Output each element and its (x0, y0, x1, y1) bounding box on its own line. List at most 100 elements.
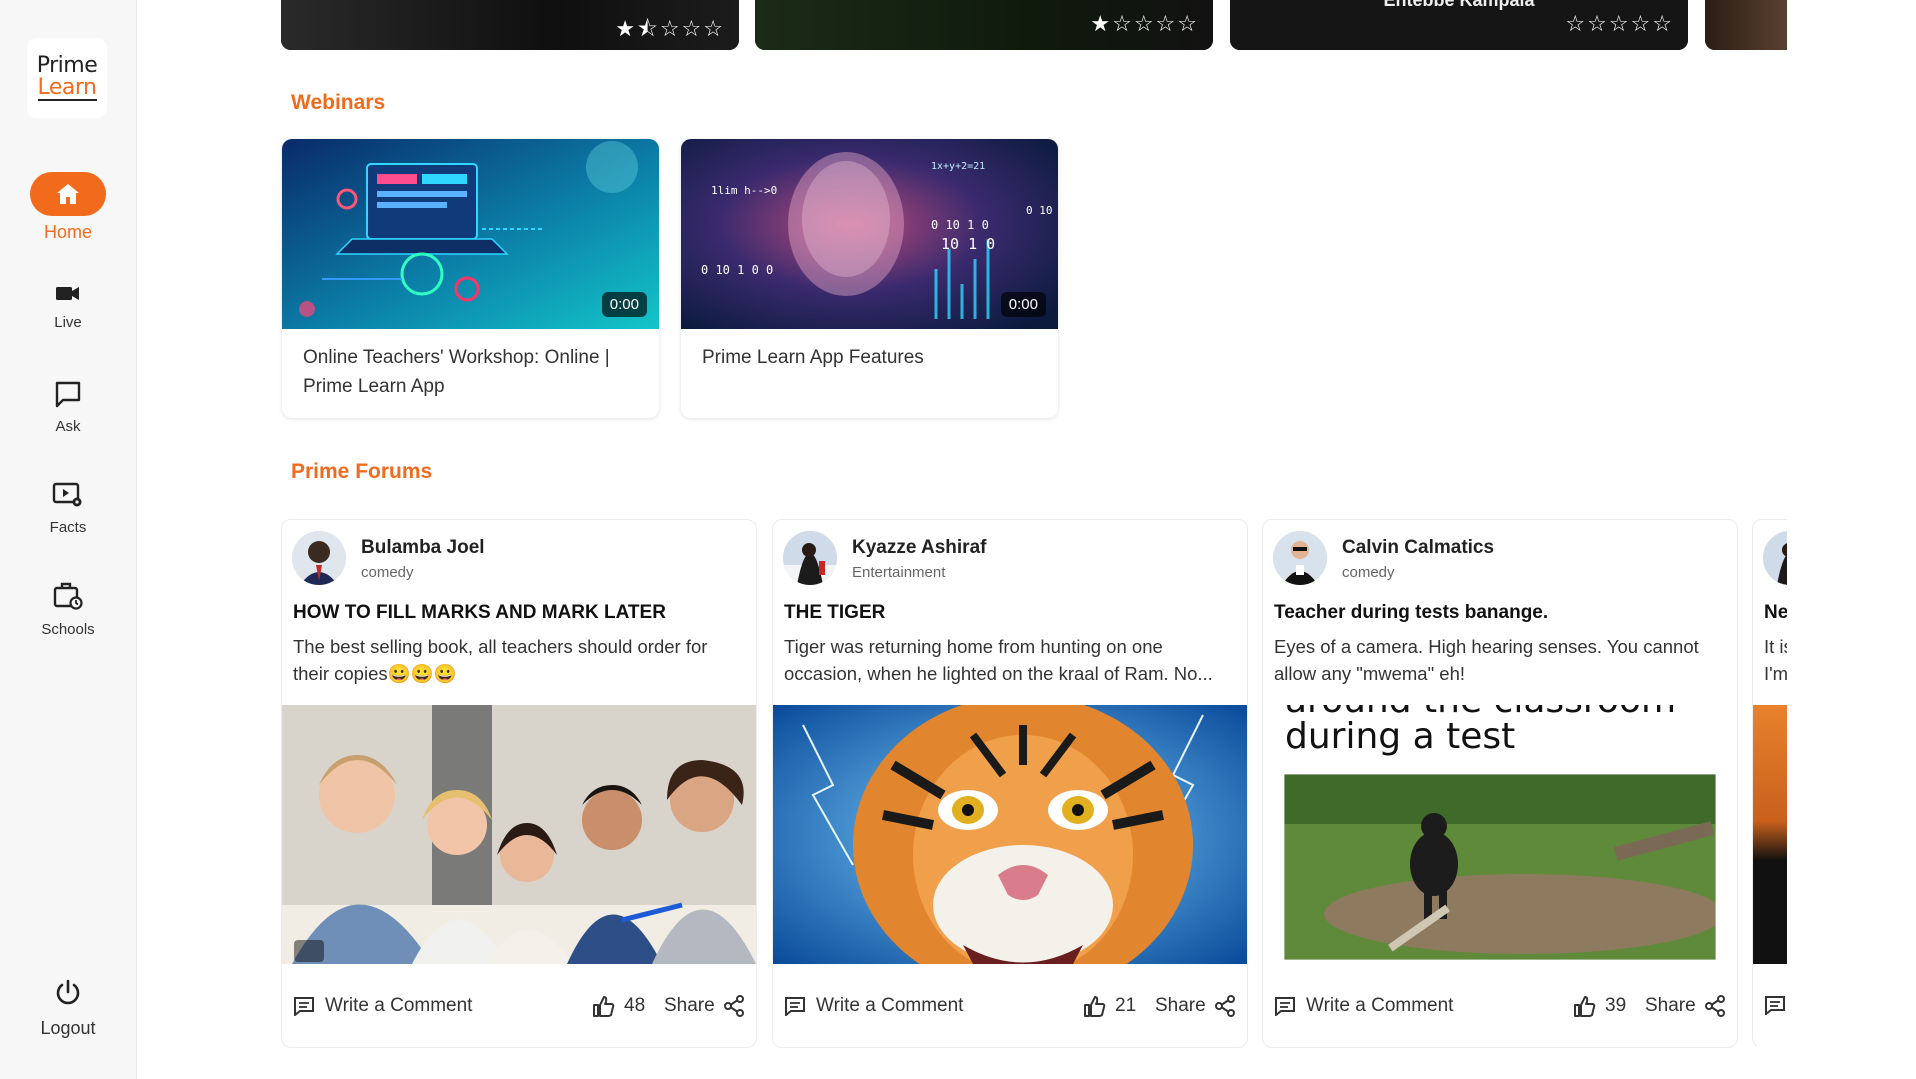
write-comment-button[interactable]: Write a Comment (1274, 995, 1453, 1017)
post-body-line2: I'm (1764, 663, 1787, 684)
like-button[interactable]: 48 (592, 995, 645, 1017)
video-settings-icon (52, 482, 82, 507)
comment-icon (785, 997, 805, 1016)
top-course-card[interactable]: Entebbe Kampala ☆☆☆☆☆ (1230, 0, 1688, 50)
share-label: Share (664, 995, 715, 1016)
post-title[interactable]: THE TIGER (784, 602, 885, 624)
share-button[interactable]: Share (1155, 995, 1236, 1017)
chat-bubble-icon (55, 381, 81, 408)
author-name[interactable]: Calvin Calmatics (1342, 537, 1494, 559)
home-icon (30, 172, 106, 216)
forum-post-card-clipped[interactable]: New It is I'm (1752, 519, 1787, 1046)
nav-label-logout: Logout (40, 1018, 96, 1038)
forum-post-card[interactable]: Bulamba Joel comedy HOW TO FILL MARKS AN… (281, 519, 757, 1048)
logo-line1: Prime (36, 53, 98, 78)
rating-stars: ★☆☆☆☆ (1090, 12, 1199, 37)
top-course-card[interactable]: ★⯪☆☆☆ (281, 0, 739, 50)
author-name[interactable]: Kyazze Ashiraf (852, 537, 986, 559)
nav-item-facts[interactable]: Facts (0, 481, 136, 536)
post-actions: Write a Comment 48 Share (282, 989, 756, 1029)
forum-post-card[interactable]: Kyazze Ashiraf Entertainment THE TIGER T… (772, 519, 1248, 1048)
post-title[interactable]: HOW TO FILL MARKS AND MARK LATER (293, 602, 666, 624)
comment-icon (1765, 996, 1785, 1015)
like-button[interactable]: 39 (1573, 995, 1626, 1017)
svg-text:0 10 1 0 0: 0 10 1 0 0 (701, 263, 773, 277)
post-image[interactable] (282, 705, 756, 964)
webinar-title: Prime Learn App Features (702, 347, 924, 368)
comment-icon (294, 997, 314, 1016)
write-comment-label: Write a Comment (325, 995, 473, 1016)
post-body: Eyes of a camera. High hearing senses. Y… (1274, 636, 1699, 684)
forums-heading: Prime Forums (291, 460, 433, 483)
nav-item-home[interactable]: Home (0, 172, 136, 243)
avatar[interactable] (292, 531, 346, 585)
video-duration: 0:00 (1000, 292, 1046, 317)
share-icon (1704, 995, 1725, 1017)
post-actions: Write a Comment 39 Share (1263, 989, 1737, 1029)
nav-label-live: Live (54, 314, 82, 331)
top-course-card[interactable] (1705, 0, 1787, 50)
forum-post-card[interactable]: Calvin Calmatics comedy Teacher during t… (1262, 519, 1738, 1048)
webinar-thumbnail: 0:00 (282, 139, 659, 329)
logout-button[interactable]: Logout (0, 978, 136, 1039)
post-image[interactable]: around the classroom during a test (1263, 705, 1737, 964)
post-title[interactable]: Teacher during tests banange. (1274, 602, 1548, 624)
post-body: The best selling book, all teachers shou… (293, 636, 708, 684)
write-comment-button[interactable]: Write a Comment (784, 995, 963, 1017)
forum-post-card: New It is I'm (1752, 519, 1787, 1046)
thumbs-up-icon (1574, 996, 1596, 1017)
nav-label-schools: Schools (41, 621, 95, 638)
post-body-line1: It is (1764, 636, 1787, 657)
post-body: Tiger was returning home from hunting on… (784, 636, 1213, 684)
svg-text:10 1 0: 10 1 0 (941, 235, 995, 253)
write-comment-label: Write a Comment (816, 995, 964, 1016)
video-camera-icon (56, 287, 79, 300)
nav-label-facts: Facts (49, 519, 87, 536)
write-comment-button[interactable] (1764, 995, 1786, 1015)
post-image[interactable] (773, 705, 1247, 964)
nav-item-live[interactable]: Live (0, 282, 136, 331)
webinar-title: Online Teachers' Workshop: Online | Prim… (303, 347, 610, 397)
logo-line2: Learn (37, 75, 97, 101)
nav-label-home: Home (43, 222, 92, 242)
thumbs-up-icon (1084, 996, 1106, 1017)
post-actions: Write a Comment 21 Share (773, 989, 1247, 1029)
post-actions (1753, 989, 1787, 1029)
like-button[interactable]: 21 (1083, 995, 1136, 1017)
comment-icon (1275, 997, 1295, 1016)
school-briefcase-icon (53, 582, 83, 610)
write-comment-button[interactable]: Write a Comment (293, 995, 472, 1017)
avatar[interactable] (1763, 531, 1787, 585)
share-label: Share (1645, 995, 1696, 1016)
share-button[interactable]: Share (1645, 995, 1726, 1017)
image-fill (1753, 705, 1787, 964)
author-name[interactable]: Bulamba Joel (361, 537, 485, 559)
like-count: 39 (1605, 995, 1627, 1016)
post-image[interactable] (1753, 705, 1787, 964)
share-icon (723, 995, 744, 1017)
post-category: Entertainment (852, 564, 946, 581)
post-category: comedy (361, 564, 414, 581)
post-title[interactable]: New (1764, 602, 1787, 624)
write-comment-label: Write a Comment (1306, 995, 1454, 1016)
nav-item-ask[interactable]: Ask (0, 380, 136, 435)
nav-item-schools[interactable]: Schools (0, 581, 136, 638)
power-icon (56, 979, 80, 1005)
sidebar: Prime Learn Home Live Ask Facts Schools … (0, 0, 137, 1079)
card-image (1705, 0, 1787, 50)
card-title: Entebbe Kampala (1383, 0, 1535, 10)
svg-text:1lim h-->0: 1lim h-->0 (711, 184, 777, 197)
like-count: 48 (624, 995, 646, 1016)
rating-stars: ★⯪☆☆☆ (615, 17, 725, 42)
webinar-card[interactable]: 1lim h-->0 1x+y+2=21 0 10 1 0 0 0 10 1 0… (681, 139, 1058, 418)
svg-text:0 10: 0 10 (1026, 204, 1053, 217)
avatar[interactable] (1273, 531, 1327, 585)
share-button[interactable]: Share (664, 995, 745, 1017)
thumbs-up-icon (593, 996, 615, 1017)
svg-text:0 10 1 0: 0 10 1 0 (931, 218, 989, 232)
prime-learn-logo[interactable]: Prime Learn (27, 38, 107, 118)
top-course-card[interactable]: ★☆☆☆☆ (755, 0, 1213, 50)
nav-label-ask: Ask (55, 418, 81, 435)
avatar[interactable] (783, 531, 837, 585)
webinar-card[interactable]: 0:00 Online Teachers' Workshop: Online |… (282, 139, 659, 418)
